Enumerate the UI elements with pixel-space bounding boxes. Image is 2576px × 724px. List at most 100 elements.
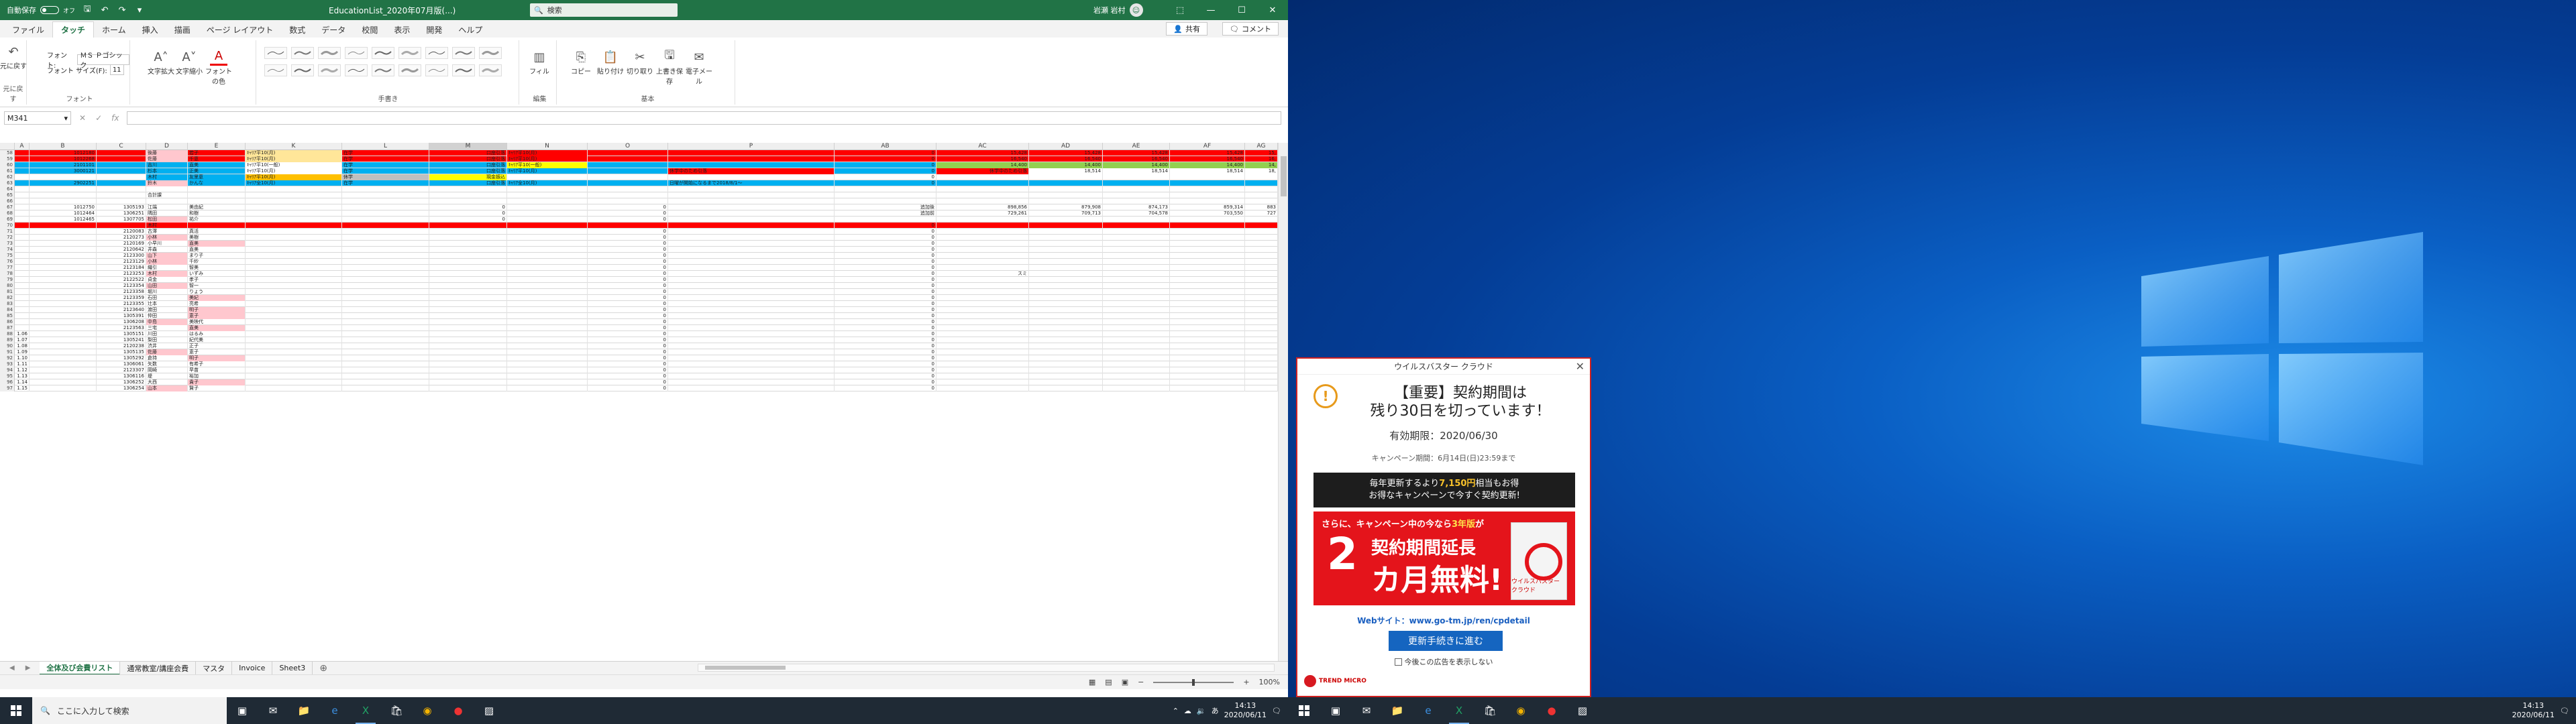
tab-1[interactable]: タッチ <box>52 21 95 38</box>
cell-l[interactable]: 在学 <box>342 180 429 186</box>
cell-ae[interactable] <box>1103 247 1170 253</box>
cell-c[interactable]: 2123354 <box>97 283 146 289</box>
column-header-ad[interactable]: AD <box>1029 143 1103 150</box>
cell-af[interactable] <box>1170 343 1245 349</box>
cell-n[interactable] <box>507 192 588 198</box>
cell-ag[interactable]: 883 <box>1245 204 1278 210</box>
cell-ag[interactable] <box>1245 259 1278 265</box>
row-header[interactable]: 91 <box>0 349 15 355</box>
cell-o[interactable]: 0 <box>588 307 668 313</box>
cell-af[interactable] <box>1170 174 1245 180</box>
cell-a[interactable] <box>15 174 30 180</box>
cell-a[interactable]: 1.10 <box>15 355 30 361</box>
cell-ac[interactable] <box>936 373 1029 379</box>
cell-ab[interactable]: 0 <box>835 361 936 367</box>
cell-d[interactable]: 梨田 <box>146 337 188 343</box>
cell-ac[interactable]: 休学中のため引落 <box>936 168 1029 174</box>
cell-ae[interactable] <box>1103 337 1170 343</box>
cell-o[interactable]: 0 <box>588 217 668 223</box>
cell-n[interactable] <box>507 331 588 337</box>
row-header[interactable]: 84 <box>0 307 15 313</box>
cell-d[interactable]: 松田 <box>146 217 188 223</box>
cell-l[interactable] <box>342 367 429 373</box>
cell-ac[interactable] <box>936 174 1029 180</box>
cell-c[interactable]: 1305135 <box>97 349 146 355</box>
email-button[interactable]: ✉ 電子メール <box>686 48 712 86</box>
cell-m[interactable] <box>429 373 507 379</box>
cell-c[interactable]: 2120273 <box>97 235 146 241</box>
cell-b[interactable] <box>30 235 97 241</box>
cell-ab[interactable]: 0 <box>835 301 936 307</box>
cell-ac[interactable] <box>936 337 1029 343</box>
cell-e[interactable] <box>188 198 246 204</box>
cell-k[interactable] <box>246 198 342 204</box>
cell-l[interactable] <box>342 277 429 283</box>
cell-e[interactable]: 祐介 <box>188 217 246 223</box>
cell-ac[interactable] <box>936 385 1029 391</box>
cell-a[interactable]: 1.08 <box>15 343 30 349</box>
cell-ag[interactable] <box>1245 319 1278 325</box>
cell-e[interactable]: 直美 <box>188 325 246 331</box>
cell-b[interactable] <box>30 349 97 355</box>
cell-d[interactable]: 古澤 <box>146 229 188 235</box>
cell-o[interactable] <box>588 156 668 162</box>
cell-ab[interactable]: 0 <box>835 307 936 313</box>
cell-ag[interactable]: 14, <box>1245 162 1278 168</box>
row-header[interactable]: 93 <box>0 361 15 367</box>
cell-k[interactable] <box>246 373 342 379</box>
row-header[interactable]: 80 <box>0 283 15 289</box>
share-button[interactable]: 👤 共有 <box>1166 22 1208 36</box>
cell-ab[interactable]: 0 <box>835 265 936 271</box>
cell-ad[interactable] <box>1029 186 1103 192</box>
sheet-tab-3[interactable]: Invoice <box>232 661 273 675</box>
cell-c[interactable]: 2123300 <box>97 253 146 259</box>
cell-ab[interactable]: 0 <box>835 289 936 295</box>
cell-m[interactable] <box>429 355 507 361</box>
cell-m[interactable] <box>429 198 507 204</box>
cell-e[interactable]: 友里恵 <box>188 174 246 180</box>
cell-n[interactable] <box>507 277 588 283</box>
cell-ae[interactable] <box>1103 174 1170 180</box>
cell-af[interactable] <box>1170 313 1245 319</box>
cell-k[interactable] <box>246 361 342 367</box>
cell-k[interactable] <box>246 331 342 337</box>
cell-ag[interactable] <box>1245 174 1278 180</box>
cell-e[interactable]: りょう <box>188 289 246 295</box>
cell-l[interactable] <box>342 301 429 307</box>
cell-o[interactable]: 0 <box>588 373 668 379</box>
cell-ag[interactable] <box>1245 235 1278 241</box>
cell-o[interactable]: 0 <box>588 253 668 259</box>
cell-e[interactable]: 智美 <box>188 265 246 271</box>
cell-ad[interactable] <box>1029 174 1103 180</box>
cell-e[interactable]: 恵子 <box>188 349 246 355</box>
column-header-l[interactable]: L <box>342 143 429 150</box>
pen-style-11[interactable] <box>318 64 341 76</box>
cell-b[interactable]: 3000121 <box>30 168 97 174</box>
cell-p[interactable] <box>668 301 835 307</box>
cell-l[interactable] <box>342 253 429 259</box>
cancel-icon[interactable]: ✕ <box>79 113 86 123</box>
cell-o[interactable] <box>588 192 668 198</box>
clock[interactable]: 14:13 2020/06/11 <box>1224 701 1267 720</box>
row-header[interactable]: 67 <box>0 204 15 210</box>
row-header[interactable]: 70 <box>0 223 15 229</box>
pen-style-4[interactable] <box>372 47 394 59</box>
cell-m[interactable] <box>429 186 507 192</box>
excel-app-icon[interactable]: X <box>350 697 381 724</box>
cell-ab[interactable]: 0 <box>835 325 936 331</box>
cell-ad[interactable] <box>1029 319 1103 325</box>
pen-style-3[interactable] <box>345 47 368 59</box>
cell-d[interactable] <box>146 198 188 204</box>
cell-p[interactable] <box>668 361 835 367</box>
tab-10[interactable]: 開発 <box>418 21 450 38</box>
cell-d[interactable]: 鈴木 <box>146 180 188 186</box>
cell-af[interactable] <box>1170 325 1245 331</box>
cell-af[interactable] <box>1170 379 1245 385</box>
cell-c[interactable]: 1305292 <box>97 355 146 361</box>
cell-ae[interactable] <box>1103 313 1170 319</box>
column-header-ab[interactable]: AB <box>835 143 936 150</box>
cell-d[interactable]: 堤 <box>146 373 188 379</box>
pen-style-2[interactable] <box>318 47 341 59</box>
cell-ac[interactable] <box>936 277 1029 283</box>
cell-ab[interactable]: 0 <box>835 241 936 247</box>
